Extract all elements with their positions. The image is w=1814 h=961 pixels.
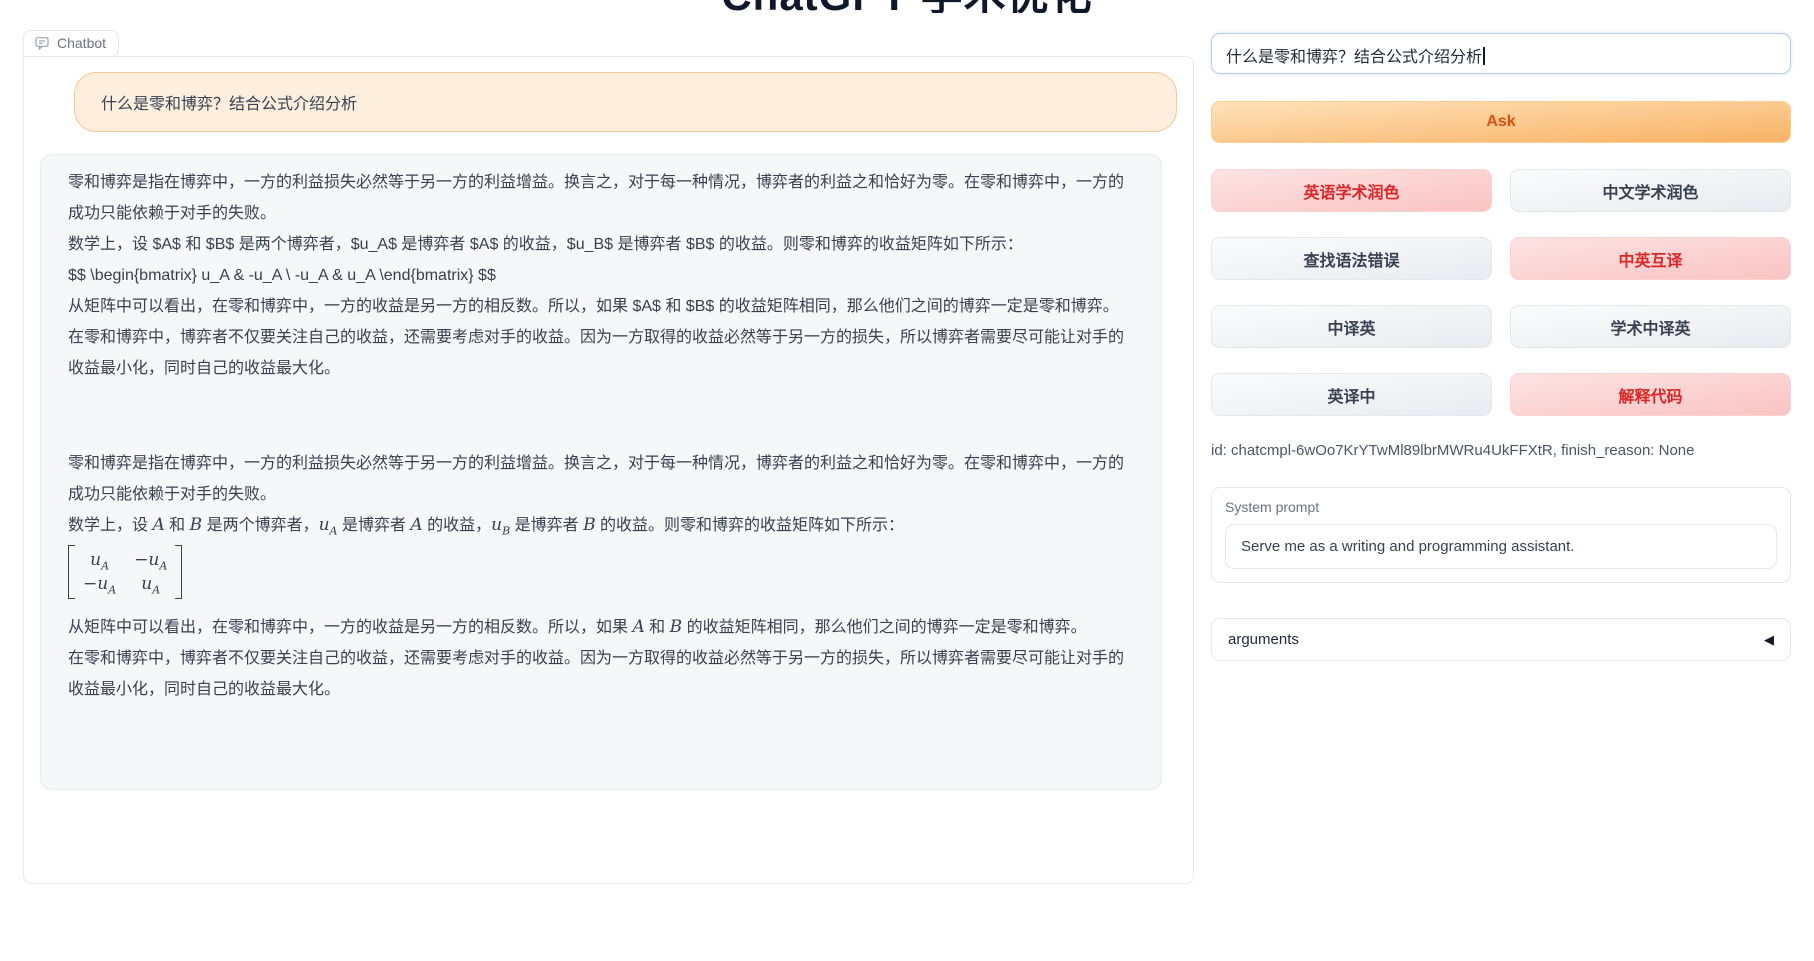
chat-bubble-icon: [34, 35, 50, 51]
question-input[interactable]: 什么是零和博弈？结合公式介绍分析: [1211, 33, 1791, 74]
question-input-value: 什么是零和博弈？结合公式介绍分析: [1226, 49, 1482, 66]
page-title: ChatGPT 学术优化: [0, 0, 1814, 13]
text-caret: [1483, 47, 1485, 65]
system-prompt-card: System prompt: [1211, 487, 1791, 583]
arguments-accordion[interactable]: arguments ◀: [1211, 618, 1791, 661]
bot-paragraph: 在零和博弈中，博弈者不仅要关注自己的收益，还需要考虑对手的收益。因为一方取得的收…: [68, 322, 1133, 384]
quick-button[interactable]: 查找语法错误: [1211, 237, 1492, 280]
bot-paragraph: 在零和博弈中，博弈者不仅要关注自己的收益，还需要考虑对手的收益。因为一方取得的收…: [68, 643, 1133, 705]
chatbot-panel[interactable]: 什么是零和博弈？结合公式介绍分析 零和博弈是指在博弈中，一方的利益损失必然等于另…: [23, 56, 1194, 884]
bot-message-bubble: 零和博弈是指在博弈中，一方的利益损失必然等于另一方的利益增益。换言之，对于每一种…: [40, 154, 1162, 790]
quick-button[interactable]: 解释代码: [1510, 373, 1791, 416]
quick-button[interactable]: 英语学术润色: [1211, 169, 1492, 212]
bot-message-raw: 零和博弈是指在博弈中，一方的利益损失必然等于另一方的利益增益。换言之，对于每一种…: [68, 167, 1133, 384]
chatbot-label-text: Chatbot: [57, 35, 106, 51]
quick-button[interactable]: 中文学术润色: [1510, 169, 1791, 212]
chatbot-column: Chatbot 什么是零和博弈？结合公式介绍分析 零和博弈是指在博弈中，一方的利…: [23, 30, 1194, 884]
user-message-bubble: 什么是零和博弈？结合公式介绍分析: [74, 72, 1177, 132]
bot-paragraph: 数学上，设 A 和 B 是两个博弈者，uA 是博弈者 A 的收益，uB 是博弈者…: [68, 510, 1133, 541]
system-prompt-label: System prompt: [1225, 499, 1777, 515]
page-title-clipped: ChatGPT 学术优化: [0, 0, 1814, 13]
bot-paragraph: 零和博弈是指在博弈中，一方的利益损失必然等于另一方的利益增益。换言之，对于每一种…: [68, 167, 1133, 229]
quick-button[interactable]: 中译英: [1211, 305, 1492, 348]
quick-button[interactable]: 学术中译英: [1510, 305, 1791, 348]
quick-button[interactable]: 英译中: [1211, 373, 1492, 416]
quick-buttons-grid: 英语学术润色中文学术润色查找语法错误中英互译中译英学术中译英英译中解释代码: [1211, 169, 1791, 416]
arguments-accordion-label: arguments: [1228, 631, 1299, 648]
status-line: id: chatcmpl-6wOo7KrYTwMl89lbrMWRu4UkFFX…: [1211, 442, 1791, 459]
user-message-text: 什么是零和博弈？结合公式介绍分析: [101, 96, 357, 113]
bot-paragraph: $$ \begin{bmatrix} u_A & -u_A \ -u_A & u…: [68, 260, 1133, 291]
ask-button[interactable]: Ask: [1211, 101, 1791, 143]
chevron-collapsed-icon: ◀: [1764, 632, 1774, 648]
quick-button[interactable]: 中英互译: [1510, 237, 1791, 280]
bot-message-rendered: 零和博弈是指在博弈中，一方的利益损失必然等于另一方的利益增益。换言之，对于每一种…: [68, 448, 1133, 705]
chatbot-label: Chatbot: [23, 30, 119, 57]
bot-paragraph: 从矩阵中可以看出，在零和博弈中，一方的收益是另一方的相反数。所以，如果 A 和 …: [68, 612, 1133, 643]
bot-matrix: uA−uA−uAuA: [68, 545, 1133, 610]
bot-paragraph: 从矩阵中可以看出，在零和博弈中，一方的收益是另一方的相反数。所以，如果 $A$ …: [68, 291, 1133, 322]
bot-paragraph: 零和博弈是指在博弈中，一方的利益损失必然等于另一方的利益增益。换言之，对于每一种…: [68, 448, 1133, 510]
bot-paragraph: 数学上，设 $A$ 和 $B$ 是两个博弈者，$u_A$ 是博弈者 $A$ 的收…: [68, 229, 1133, 260]
controls-column: 什么是零和博弈？结合公式介绍分析 Ask 英语学术润色中文学术润色查找语法错误中…: [1211, 33, 1791, 661]
system-prompt-input[interactable]: [1225, 524, 1777, 569]
